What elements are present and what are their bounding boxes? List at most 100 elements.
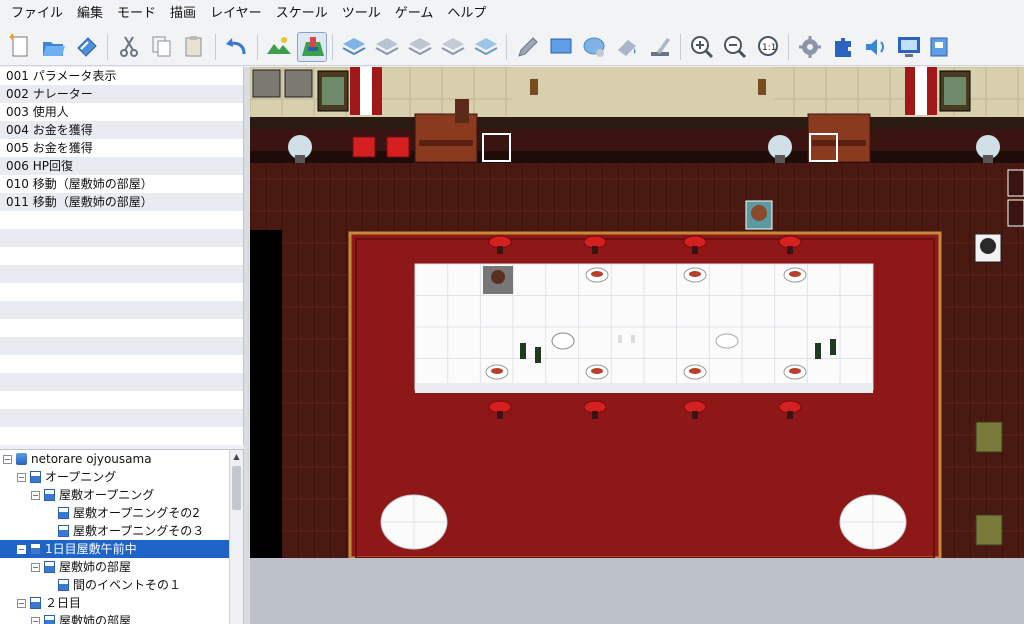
event-list-row[interactable]: 011 移動（屋敷姉の部屋） — [0, 193, 243, 211]
event-list-row[interactable] — [0, 247, 243, 265]
menu-item-1[interactable]: 編集 — [70, 0, 110, 28]
map-tree-item[interactable]: − 屋敷姉の部屋 — [0, 612, 230, 624]
map-tree-item[interactable]: − netorare ojyousama — [0, 450, 230, 468]
expand-toggle-icon[interactable]: − — [17, 472, 26, 482]
wine-bottle — [535, 347, 541, 363]
ellipse-button[interactable] — [579, 32, 609, 62]
shadow-pen-button[interactable] — [645, 32, 675, 62]
event-list[interactable]: 001 パラメータ表示 002 ナレーター 003 使用人 004 お金を獲得 005 … — [0, 67, 244, 445]
layer-b-button[interactable] — [372, 32, 402, 62]
map-tree[interactable]: − netorare ojyousama − オープニング − 屋敷オープニング 屋敷オープ… — [0, 449, 244, 624]
map-tiles[interactable] — [250, 67, 1024, 558]
scroll-thumb[interactable] — [232, 466, 241, 510]
event-list-row[interactable] — [0, 391, 243, 409]
map-tree-item[interactable]: 屋敷オープニングその2 — [0, 504, 230, 522]
copy-button[interactable] — [147, 32, 177, 62]
sound-test-button[interactable] — [861, 32, 891, 62]
menu-item-7[interactable]: ゲーム — [388, 0, 441, 28]
map-tree-label: オープニング — [45, 470, 117, 484]
undo-icon — [225, 37, 245, 54]
event-list-row[interactable]: 006 HP回復 — [0, 157, 243, 175]
layer-c-button[interactable] — [405, 32, 435, 62]
plate — [715, 333, 739, 349]
menu-item-0[interactable]: ファイル — [4, 0, 70, 28]
event-list-row[interactable] — [0, 319, 243, 337]
map-tree-item[interactable]: − 屋敷姉の部屋 — [0, 558, 230, 576]
wall-lamp — [530, 79, 538, 95]
undo-button[interactable] — [222, 32, 252, 62]
save-project-button[interactable] — [72, 32, 102, 62]
toolbar-separator — [788, 33, 789, 60]
event-list-row[interactable] — [0, 229, 243, 247]
event-list-row[interactable] — [0, 265, 243, 283]
database-button[interactable] — [795, 32, 825, 62]
layer-d-button[interactable] — [438, 32, 468, 62]
event-list-row[interactable] — [0, 283, 243, 301]
map-tree-item[interactable]: 間のイベントその１ — [0, 576, 230, 594]
event-list-row[interactable] — [0, 373, 243, 391]
map-tree-item[interactable]: − 1日目屋敷午前中 — [0, 540, 230, 558]
event-layer-button[interactable] — [296, 31, 327, 62]
map-tree-item[interactable]: − 屋敷オープニング — [0, 486, 230, 504]
map-editor-canvas[interactable] — [250, 67, 1024, 558]
menu-item-6[interactable]: ツール — [335, 0, 388, 28]
wall-trim — [250, 117, 1024, 129]
menu-item-4[interactable]: レイヤー — [203, 0, 269, 28]
expand-toggle-icon[interactable]: − — [31, 562, 40, 572]
expand-toggle-icon[interactable]: − — [31, 490, 40, 500]
zoom-out-button[interactable] — [720, 32, 750, 62]
event-list-row[interactable]: 001 パラメータ表示 — [0, 67, 243, 85]
layer-a-button[interactable] — [339, 32, 369, 62]
cut-button[interactable] — [114, 32, 144, 62]
chair-leg — [592, 246, 598, 254]
scroll-up-icon[interactable]: ▲ — [230, 450, 243, 464]
menu-item-8[interactable]: ヘルプ — [440, 0, 493, 28]
zoom-in-button[interactable] — [687, 32, 717, 62]
menu-item-2[interactable]: モード — [110, 0, 163, 28]
map-tree-item[interactable]: 屋敷オープニングその３ — [0, 522, 230, 540]
plant-pot — [983, 155, 993, 163]
plugin-button[interactable] — [828, 32, 858, 62]
paste-button[interactable] — [180, 32, 210, 62]
sound-test-icon — [865, 38, 884, 55]
expand-toggle-icon[interactable]: − — [3, 454, 12, 464]
map-tree-item[interactable]: − オープニング — [0, 468, 230, 486]
zoom-in-icon — [690, 35, 713, 58]
event-list-row[interactable] — [0, 427, 243, 445]
event-list-row[interactable]: 004 お金を獲得 — [0, 121, 243, 139]
expand-toggle-icon[interactable]: − — [17, 598, 26, 608]
layer-e-button[interactable] — [471, 32, 501, 62]
rectangle-icon — [550, 38, 571, 53]
dish-food — [689, 368, 701, 374]
event-list-row[interactable]: 010 移動（屋敷姉の部屋） — [0, 175, 243, 193]
resource-manager-button[interactable] — [927, 32, 957, 62]
event-list-row[interactable] — [0, 355, 243, 373]
expand-toggle-icon[interactable]: − — [31, 616, 40, 624]
event-list-row[interactable] — [0, 337, 243, 355]
map-tree-scrollbar[interactable]: ▲ — [229, 450, 243, 624]
event-list-row[interactable] — [0, 211, 243, 229]
map-tree-item[interactable]: − ２日目 — [0, 594, 230, 612]
map-tree-label: 1日目屋敷午前中 — [45, 542, 137, 556]
expand-toggle-icon[interactable]: − — [17, 544, 26, 554]
map-layer-button[interactable] — [264, 32, 294, 62]
event-list-row[interactable]: 003 使用人 — [0, 103, 243, 121]
map-layer-icon — [266, 36, 291, 54]
menu-item-3[interactable]: 描画 — [163, 0, 203, 28]
chair-leg — [692, 411, 698, 419]
counter-drawer — [419, 140, 473, 146]
event-list-row[interactable]: 002 ナレーター — [0, 85, 243, 103]
new-project-button[interactable] — [6, 32, 36, 62]
event-searcher-button[interactable] — [894, 32, 924, 62]
pencil-button[interactable] — [513, 32, 543, 62]
map-icon — [58, 525, 69, 537]
menu-item-5[interactable]: スケール — [269, 0, 335, 28]
counter-drawer — [812, 140, 866, 146]
event-list-row[interactable]: 005 お金を獲得 — [0, 139, 243, 157]
event-list-row[interactable] — [0, 409, 243, 427]
event-list-row[interactable] — [0, 301, 243, 319]
rectangle-button[interactable] — [546, 32, 576, 62]
fill-button[interactable] — [612, 32, 642, 62]
zoom-actual-button[interactable]: 1:1 — [753, 32, 783, 62]
open-project-button[interactable] — [39, 32, 69, 62]
